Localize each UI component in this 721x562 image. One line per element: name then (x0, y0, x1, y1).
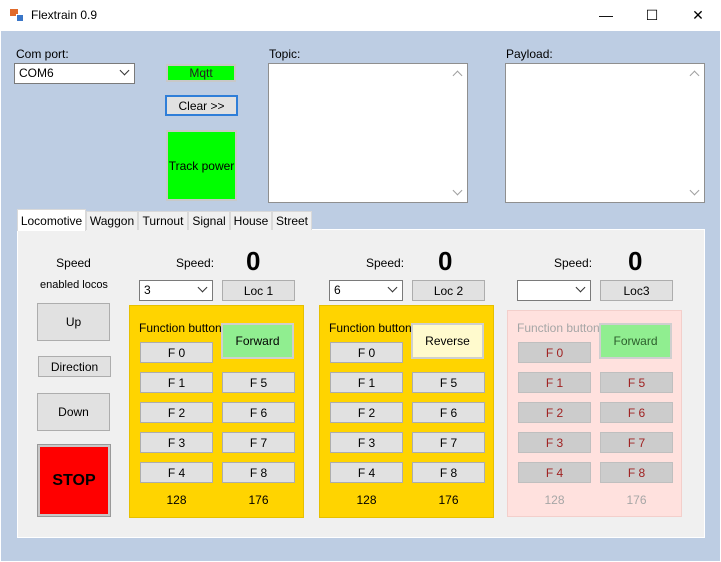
loco2-address-value: 6 (334, 283, 341, 297)
scroll-down-icon[interactable] (689, 185, 700, 196)
topic-scrollbar[interactable] (450, 64, 467, 202)
loco1-f1-button[interactable]: F 1 (140, 372, 213, 393)
track-power-button[interactable]: Track power (166, 130, 237, 201)
loco1-f0-button[interactable]: F 0 (140, 342, 213, 363)
payload-label: Payload: (506, 47, 553, 61)
loco2-f4-button[interactable]: F 4 (330, 462, 403, 483)
loc1-button[interactable]: Loc 1 (222, 280, 295, 301)
down-button[interactable]: Down (37, 393, 110, 431)
chevron-down-icon[interactable] (389, 284, 397, 292)
loc3-button[interactable]: Loc3 (600, 280, 673, 301)
loco3-steps-a: 128 (544, 493, 565, 507)
loco3-steps-b: 176 (626, 493, 647, 507)
loco3-f5-button[interactable]: F 5 (600, 372, 673, 393)
direction-button[interactable]: Direction (38, 356, 111, 377)
loco3-f1-button[interactable]: F 1 (518, 372, 591, 393)
stop-button[interactable]: STOP (37, 444, 111, 517)
payload-scrollbar[interactable] (687, 64, 704, 202)
loco2-direction-button[interactable]: Reverse (411, 323, 484, 359)
loco3-speed-value: 0 (628, 246, 643, 276)
loco2-speed-value: 0 (438, 246, 453, 276)
payload-textarea[interactable] (505, 63, 705, 203)
scroll-down-icon[interactable] (452, 185, 463, 196)
scroll-up-icon[interactable] (689, 70, 700, 81)
loco3-f4-button[interactable]: F 4 (518, 462, 591, 483)
enabled-locos-label: enabled locos (40, 279, 108, 291)
loco1-function-panel: Function button Forward F 0 F 1 F 2 F 3 … (129, 305, 304, 518)
loco2-address-select[interactable]: 6 (329, 280, 403, 301)
loco1-f3-button[interactable]: F 3 (140, 432, 213, 453)
close-button[interactable]: ✕ (675, 0, 721, 30)
loco1-f8-button[interactable]: F 8 (222, 462, 295, 483)
tab-house[interactable]: House (230, 211, 272, 230)
loco2-f3-button[interactable]: F 3 (330, 432, 403, 453)
loco1-steps-b: 176 (248, 493, 269, 507)
loco2-f5-button[interactable]: F 5 (412, 372, 485, 393)
up-button[interactable]: Up (37, 303, 110, 341)
loco3-f8-button[interactable]: F 8 (600, 462, 673, 483)
chevron-down-icon[interactable] (199, 284, 207, 292)
loco2-speed-label: Speed: (366, 256, 405, 270)
chevron-down-icon[interactable] (121, 67, 129, 75)
minimize-button[interactable]: — (583, 0, 629, 30)
loco2-function-panel: Function button Reverse F 0 F 1 F 2 F 3 … (319, 305, 494, 518)
com-port-value: COM6 (19, 66, 54, 80)
maximize-button[interactable]: ☐ (629, 0, 675, 30)
loco1-f4-button[interactable]: F 4 (140, 462, 213, 483)
loco3-f0-button[interactable]: F 0 (518, 342, 591, 363)
loco2-f1-button[interactable]: F 1 (330, 372, 403, 393)
loco1-direction-button[interactable]: Forward (221, 323, 294, 359)
loc2-button[interactable]: Loc 2 (412, 280, 485, 301)
tab-turnout[interactable]: Turnout (138, 211, 188, 230)
loco1-steps-a: 128 (166, 493, 187, 507)
loco3-f7-button[interactable]: F 7 (600, 432, 673, 453)
topic-textarea[interactable] (268, 63, 468, 203)
app-icon (10, 9, 24, 22)
loco1-f6-button[interactable]: F 6 (222, 402, 295, 423)
loco3-function-panel: Function button Forward F 0 F 1 F 2 F 3 … (507, 310, 682, 517)
loco3-f6-button[interactable]: F 6 (600, 402, 673, 423)
loco3-f3-button[interactable]: F 3 (518, 432, 591, 453)
com-port-label: Com port: (16, 47, 69, 61)
loco3-speed-label: Speed: (554, 256, 593, 270)
loco2-steps-a: 128 (356, 493, 377, 507)
com-port-select[interactable]: COM6 (14, 63, 135, 84)
tab-locomotive[interactable]: Locomotive (17, 209, 86, 231)
loco3-direction-button[interactable]: Forward (599, 323, 672, 359)
loco3-function-label: Function button (517, 321, 600, 335)
topic-label: Topic: (269, 47, 301, 61)
loco1-speed-label: Speed: (176, 256, 215, 270)
tab-waggon[interactable]: Waggon (86, 211, 138, 230)
loco1-function-label: Function button (139, 321, 222, 335)
loco1-address-select[interactable]: 3 (139, 280, 213, 301)
tab-street[interactable]: Street (272, 211, 312, 230)
loco1-f7-button[interactable]: F 7 (222, 432, 295, 453)
loco1-f5-button[interactable]: F 5 (222, 372, 295, 393)
clear-button[interactable]: Clear >> (165, 95, 238, 116)
chevron-down-icon[interactable] (577, 284, 585, 292)
scroll-up-icon[interactable] (452, 70, 463, 81)
loco1-address-value: 3 (144, 283, 151, 297)
loco3-f2-button[interactable]: F 2 (518, 402, 591, 423)
loco1-speed-value: 0 (246, 246, 261, 276)
loco2-steps-b: 176 (438, 493, 459, 507)
loco3-address-select[interactable] (517, 280, 591, 301)
loco2-f7-button[interactable]: F 7 (412, 432, 485, 453)
tab-signal[interactable]: Signal (188, 211, 230, 230)
loco2-function-label: Function button (329, 321, 412, 335)
loco2-f0-button[interactable]: F 0 (330, 342, 403, 363)
loco2-f8-button[interactable]: F 8 (412, 462, 485, 483)
loco1-f2-button[interactable]: F 2 (140, 402, 213, 423)
window-title: Flextrain 0.9 (31, 8, 98, 22)
loco2-f2-button[interactable]: F 2 (330, 402, 403, 423)
speed-heading: Speed (56, 256, 91, 270)
mqtt-indicator[interactable]: Mqtt (166, 64, 236, 82)
loco2-f6-button[interactable]: F 6 (412, 402, 485, 423)
